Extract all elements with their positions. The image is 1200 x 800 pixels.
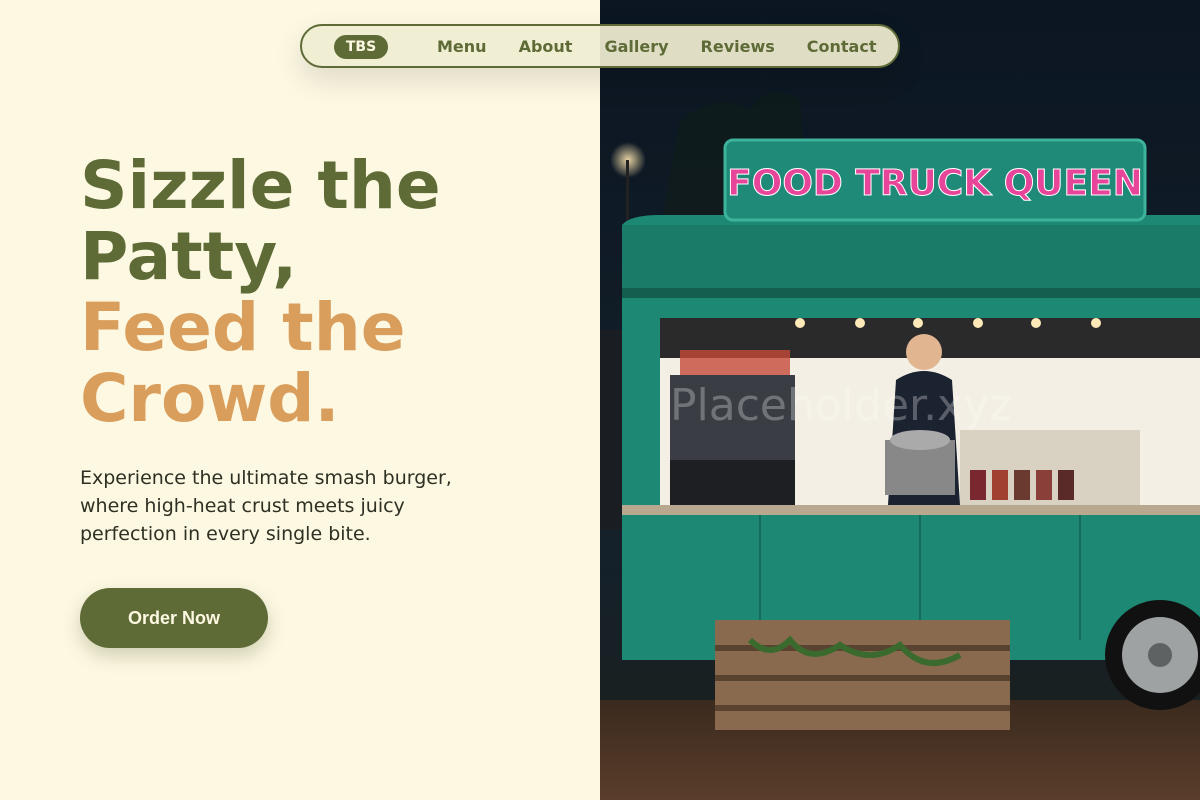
hero-description: Experience the ultimate smash burger, wh… <box>80 467 452 545</box>
hero-title-accent-line: Feed the <box>80 289 406 366</box>
hero-title: Sizzle the Patty, Feed the Crowd. <box>80 150 560 434</box>
image-watermark: Placeholder.xyz <box>670 380 1013 431</box>
nav-link-menu[interactable]: Menu <box>437 37 487 56</box>
hero-title-accent-line: Crowd. <box>80 360 340 437</box>
hero-title-line: Patty, <box>80 218 298 295</box>
hero-title-line: Sizzle the <box>80 147 441 224</box>
nav-link-about[interactable]: About <box>519 37 573 56</box>
nav-link-reviews[interactable]: Reviews <box>701 37 775 56</box>
top-nav: TBS Menu About Gallery Reviews Contact <box>300 24 900 68</box>
nav-links: Menu About Gallery Reviews Contact <box>437 26 876 66</box>
nav-link-contact[interactable]: Contact <box>807 37 877 56</box>
nav-link-gallery[interactable]: Gallery <box>604 37 668 56</box>
hero-photo-panel: FOOD TRUCK QUEEN Placeholder.xyz <box>600 0 1200 800</box>
order-now-button[interactable]: Order Now <box>80 588 268 648</box>
hero-panel: Sizzle the Patty, Feed the Crowd. Experi… <box>0 0 600 800</box>
truck-sign-text: FOOD TRUCK QUEEN <box>727 163 1143 204</box>
brand-logo[interactable]: TBS <box>334 35 388 59</box>
